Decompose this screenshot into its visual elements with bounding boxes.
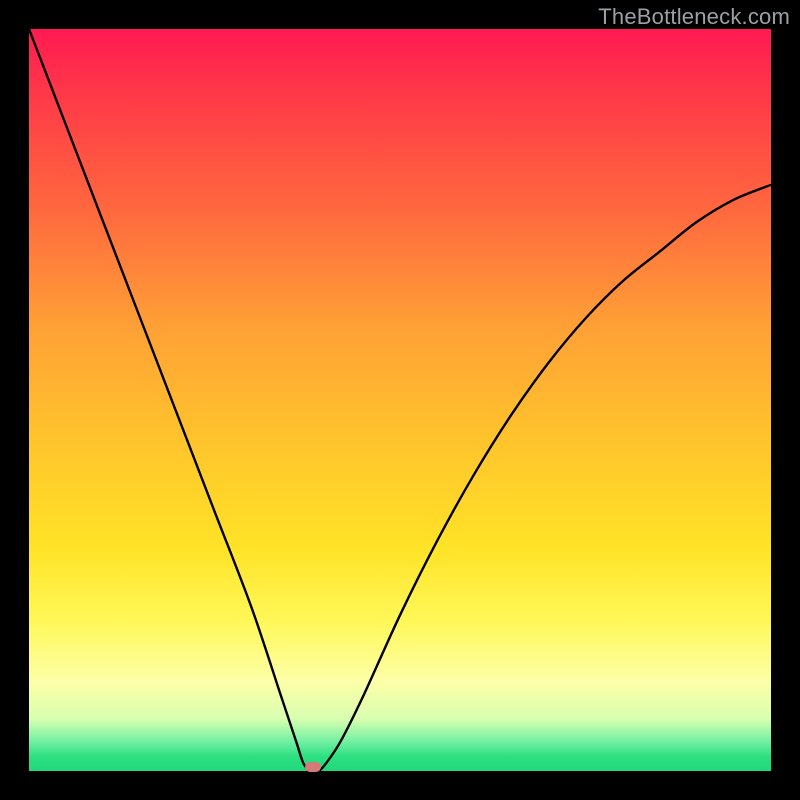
watermark-text: TheBottleneck.com	[598, 4, 790, 30]
optimum-marker	[305, 762, 321, 772]
bottleneck-curve-path	[29, 29, 771, 772]
plot-area	[29, 29, 771, 771]
chart-frame: TheBottleneck.com	[0, 0, 800, 800]
curve-svg	[29, 29, 771, 771]
